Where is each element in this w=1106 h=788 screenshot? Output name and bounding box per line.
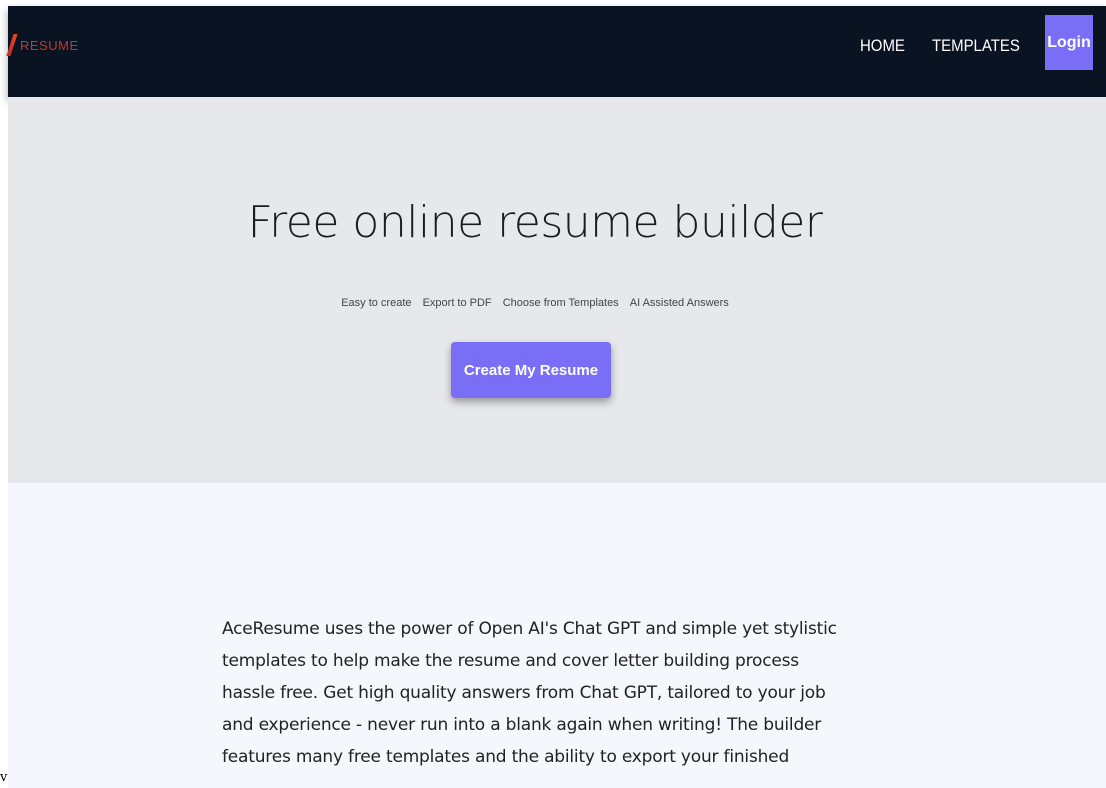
- nav-home-link[interactable]: HOME: [860, 36, 905, 56]
- hero-title: Free online resume builder: [247, 197, 823, 248]
- feature-item: Export to PDF: [422, 297, 492, 309]
- left-gutter: [0, 0, 8, 788]
- logo[interactable]: RESUME: [6, 34, 79, 56]
- logo-check-icon: [6, 34, 18, 56]
- logo-text: RESUME: [20, 37, 79, 53]
- nav-templates-link[interactable]: TEMPLATES: [932, 36, 1020, 56]
- about-section: AceResume uses the power of Open AI's Ch…: [8, 483, 1106, 788]
- feature-item: Choose from Templates: [502, 297, 619, 309]
- navbar: RESUME HOME TEMPLATES Login: [6, 6, 1106, 97]
- login-button[interactable]: Login: [1045, 15, 1093, 70]
- page: v RESUME HOME TEMPLATES Login Free onlin…: [0, 0, 1106, 788]
- create-resume-button[interactable]: Create My Resume: [451, 342, 611, 398]
- stray-character: v: [0, 770, 8, 785]
- feature-item: Easy to create: [341, 297, 412, 309]
- hero-section: Free online resume builder Easy to creat…: [8, 97, 1106, 483]
- feature-item: AI Assisted Answers: [629, 297, 729, 309]
- feature-list: Easy to create Export to PDF Choose from…: [8, 297, 1062, 309]
- about-paragraph: AceResume uses the power of Open AI's Ch…: [222, 619, 837, 767]
